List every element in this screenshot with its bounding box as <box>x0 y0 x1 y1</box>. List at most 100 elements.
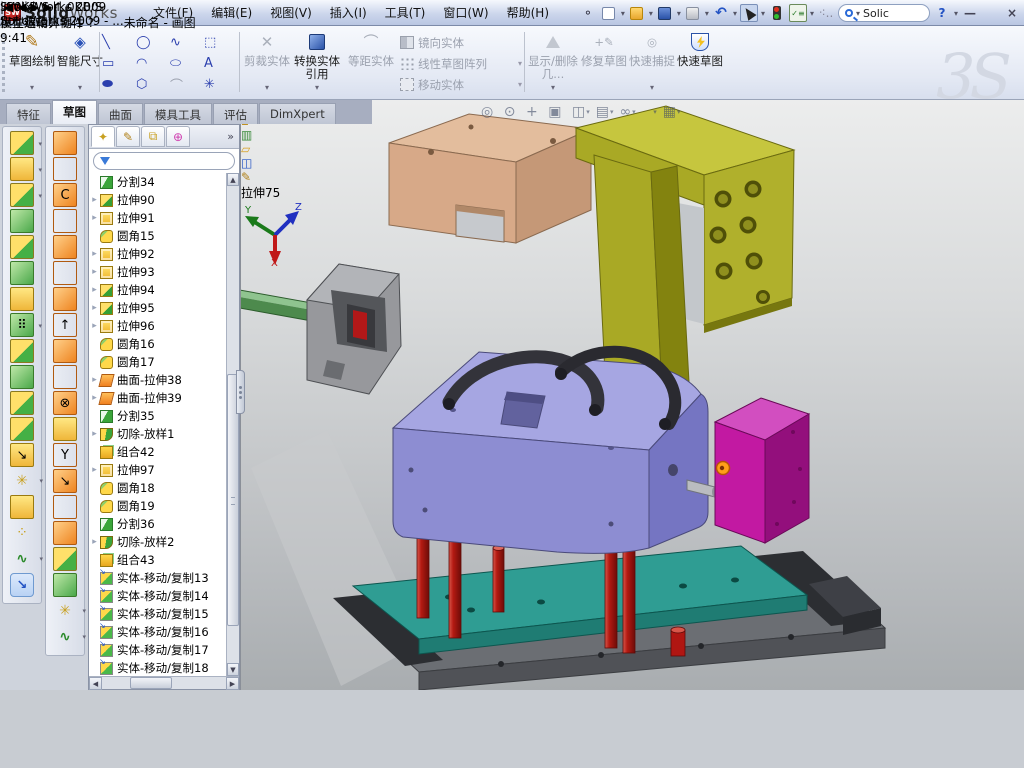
tree-item[interactable]: ▸ 切除-放样1 <box>89 425 227 443</box>
dropdown-arrow-icon[interactable]: ▾ <box>518 80 522 89</box>
repair-sketch-button[interactable]: +✎ 修复草图 <box>580 28 628 96</box>
dropdown-arrow-icon[interactable]: ▾ <box>265 81 269 96</box>
ribbon-tab[interactable]: 草图 <box>52 100 97 124</box>
feature-tool-icon[interactable] <box>10 417 34 441</box>
tree-filter-box[interactable] <box>93 152 235 170</box>
dropdown-arrow-icon[interactable]: ▾ <box>315 81 319 96</box>
surface-tool-icon[interactable] <box>53 495 77 519</box>
feature-tool-icon[interactable]: ⠿ <box>10 313 34 337</box>
expand-arrow-icon[interactable]: ▸ <box>89 267 100 277</box>
feature-tool-icon[interactable]: ↘ <box>10 443 34 467</box>
rapid-sketch-button[interactable]: 快速草图 <box>676 28 724 96</box>
dimxpert-manager-tab[interactable]: ⊕ <box>166 126 190 147</box>
menu-item[interactable]: 窗口(W) <box>434 0 497 26</box>
model-gray-insert[interactable] <box>307 264 401 394</box>
surface-tool-icon[interactable] <box>53 547 77 571</box>
tree-item[interactable]: ▸ 实体-移动/复制14 <box>89 587 227 605</box>
tree-item[interactable]: ▸ 圆角16 <box>89 335 227 353</box>
tree-item[interactable]: ▸ 拉伸92 <box>89 245 227 263</box>
tree-item[interactable]: ▸ 圆角15 <box>89 227 227 245</box>
dropdown-arrow-icon[interactable]: ▾ <box>733 9 737 18</box>
feature-manager-tab[interactable]: ✦ <box>91 126 115 147</box>
graphics-viewport[interactable]: ◎▾⊙▾+▾▣▾◫▾▤▾∞▾▾▾▦▾ — × ⌂ ▥ ▱ ◫ ✎ 拉伸75 <box>240 100 1024 690</box>
sketch-entity-button[interactable]: ▭ <box>102 53 136 74</box>
dropdown-arrow-icon[interactable]: ▾ <box>761 9 765 18</box>
menu-item[interactable]: 帮助(H) <box>498 0 558 26</box>
sketch-entity-button[interactable]: ⬡ <box>136 74 170 95</box>
menu-item[interactable]: 视图(V) <box>261 0 321 26</box>
dropdown-arrow-icon[interactable]: ▾ <box>677 9 681 18</box>
tree-item[interactable]: ▸ 拉伸95 <box>89 299 227 317</box>
expand-arrow-icon[interactable]: ▸ <box>89 195 100 205</box>
save-button[interactable] <box>656 4 674 22</box>
ribbon-tab[interactable]: 曲面 <box>98 103 143 124</box>
view-tool-icon[interactable]: ▾ <box>652 108 657 116</box>
tree-item[interactable]: ▸ 拉伸91 <box>89 209 227 227</box>
help-button[interactable]: ? <box>933 4 951 22</box>
ribbon-tab[interactable]: DimXpert <box>259 103 336 124</box>
tree-item[interactable]: ▸ 组合43 <box>89 551 227 569</box>
more-tabs-chevron[interactable]: » <box>227 130 237 143</box>
dropdown-arrow-icon[interactable]: ▾ <box>810 9 814 18</box>
surface-tool-icon[interactable] <box>53 521 77 545</box>
dropdown-arrow-icon[interactable]: ▾ <box>856 9 860 18</box>
surface-tool-icon[interactable] <box>53 287 77 311</box>
surface-tool-icon[interactable] <box>53 235 77 259</box>
close-button[interactable]: × <box>1003 4 1021 22</box>
feature-tool-icon[interactable] <box>10 365 34 389</box>
surface-tool-icon[interactable]: ⊗ <box>53 391 77 415</box>
expand-arrow-icon[interactable]: ▸ <box>89 429 100 439</box>
search-input[interactable]: Solic <box>863 7 889 20</box>
convert-entities-button[interactable]: 转换实体引用▾ <box>291 28 343 96</box>
tree-item[interactable]: ▸ 实体-移动/复制15 <box>89 605 227 623</box>
ribbon-tab[interactable]: 模具工具 <box>144 103 212 124</box>
feature-tool-icon[interactable] <box>10 209 34 233</box>
feature-tool-icon[interactable] <box>10 339 34 363</box>
view-tool-icon[interactable]: ∞▾ <box>619 104 635 120</box>
dropdown-arrow-icon[interactable]: ▾ <box>78 81 82 96</box>
taskbar-window-button[interactable]: SolidWorks 2009 - ... <box>0 14 124 31</box>
view-tool-icon[interactable]: ⊙▾ <box>504 104 520 120</box>
print-button[interactable] <box>684 4 702 22</box>
panel-splitter-handle[interactable] <box>236 370 245 414</box>
model-magenta-block[interactable] <box>715 398 809 543</box>
feature-tool-icon[interactable] <box>10 261 34 285</box>
dropdown-arrow-icon[interactable]: ▾ <box>650 81 654 96</box>
dropdown-arrow-icon[interactable]: ▾ <box>30 81 34 96</box>
model-blue-block[interactable] <box>393 352 718 554</box>
surface-tool-icon[interactable] <box>53 339 77 363</box>
scroll-left-button[interactable]: ◀ <box>89 677 102 690</box>
menu-item[interactable]: 工具(T) <box>376 0 435 26</box>
surface-tool-icon[interactable] <box>53 157 77 181</box>
tree-item[interactable]: ▸ 实体-移动/复制17 <box>89 641 227 659</box>
scroll-down-button[interactable]: ▼ <box>227 663 239 676</box>
tree-item[interactable]: ▸ 分割34 <box>89 173 227 191</box>
feature-tool-icon[interactable] <box>10 495 34 519</box>
sketch-entity-button[interactable]: ✳ <box>204 74 238 95</box>
menu-item[interactable]: 编辑(E) <box>202 0 261 26</box>
quick-snap-button[interactable]: ◎ 快速捕捉▾ <box>628 28 676 96</box>
scroll-thumb[interactable] <box>130 677 172 689</box>
dropdown-arrow-icon[interactable]: ▾ <box>518 59 522 68</box>
surface-tool-icon[interactable]: ✳ <box>53 599 77 623</box>
dropdown-arrow-icon[interactable]: ▾ <box>649 9 653 18</box>
tree-item[interactable]: ▸ 拉伸90 <box>89 191 227 209</box>
sketch-entity-button[interactable]: ⬭ <box>170 53 204 74</box>
quick-launch-chevron[interactable]: » <box>23 0 30 14</box>
feature-tool-icon[interactable]: ∿ <box>10 547 34 571</box>
expand-arrow-icon[interactable]: ▸ <box>89 537 100 547</box>
tree-item[interactable]: ▸ 拉伸97 <box>89 461 227 479</box>
surface-tool-icon[interactable] <box>53 131 77 155</box>
tree-item[interactable]: ▸ 分割35 <box>89 407 227 425</box>
property-manager-tab[interactable]: ✎ <box>116 126 140 147</box>
expand-arrow-icon[interactable]: ▸ <box>89 465 100 475</box>
expand-arrow-icon[interactable]: ▸ <box>89 249 100 259</box>
view-tool-icon[interactable]: ◎▾ <box>481 104 498 120</box>
rebuild-button[interactable] <box>768 4 786 22</box>
open-file-button[interactable] <box>628 4 646 22</box>
view-tool-icon[interactable]: ▣▾ <box>548 104 566 120</box>
taskbar-clock[interactable]: 9:41 <box>0 31 27 45</box>
tree-vertical-scrollbar[interactable]: ▲ ▼ <box>226 173 239 676</box>
tree-item[interactable]: ▸ 曲面-拉伸39 <box>89 389 227 407</box>
tree-item[interactable]: ▸ 拉伸94 <box>89 281 227 299</box>
